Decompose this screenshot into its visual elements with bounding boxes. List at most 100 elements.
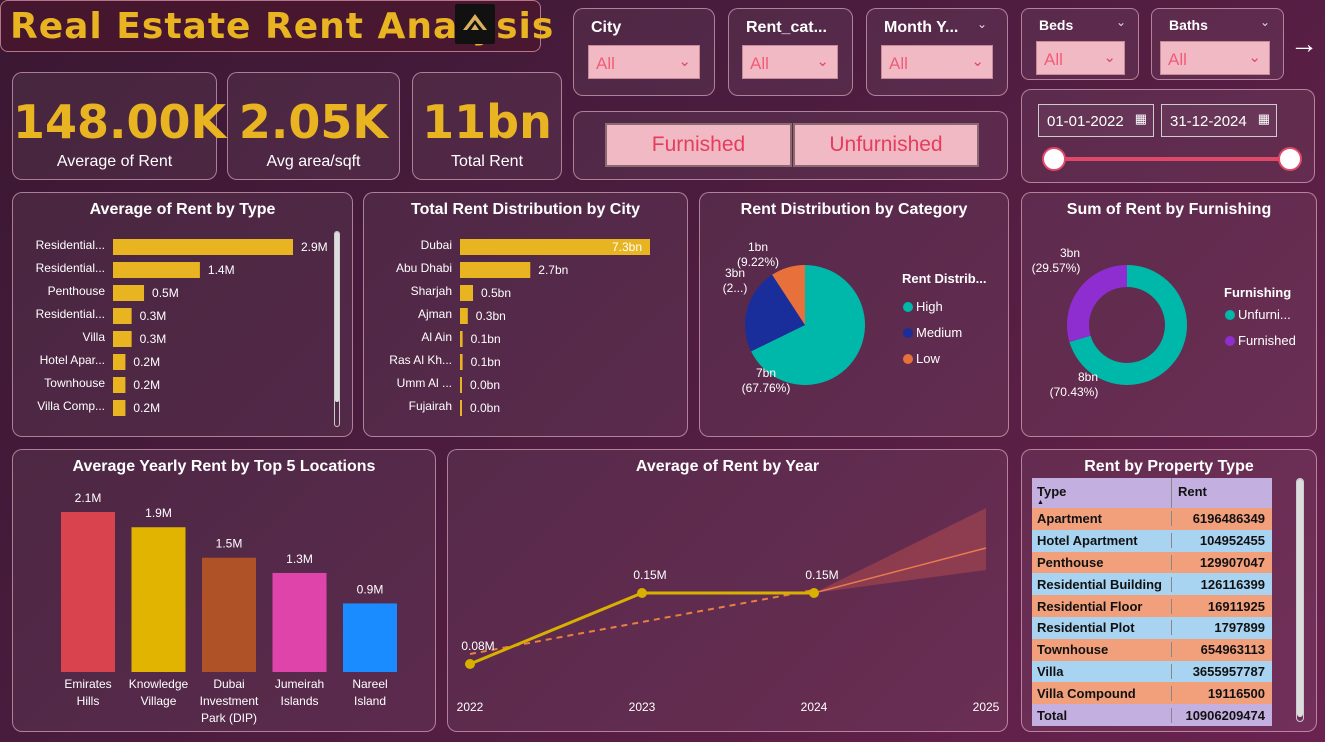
- bar: [460, 377, 462, 393]
- rent-cell: 1797899: [1214, 620, 1265, 636]
- type-cell: Hotel Apartment: [1032, 533, 1172, 549]
- kpi-value: 11bn: [422, 95, 552, 149]
- table-row[interactable]: Residential Plot 1797899: [1032, 616, 1272, 639]
- category-label: Knowledge: [129, 677, 189, 691]
- data-label: 0.1bn: [471, 355, 501, 369]
- end-date-field[interactable]: 31-12-2024 ▦: [1161, 104, 1277, 137]
- scrollbar[interactable]: [1296, 478, 1304, 722]
- bar: [113, 354, 126, 370]
- table-row[interactable]: Villa Compound 19116500: [1032, 682, 1272, 705]
- house-logo-icon: [463, 14, 487, 30]
- table-header: Type ▲ Rent: [1032, 478, 1272, 508]
- bar: [113, 400, 126, 416]
- category-label: Abu Dhabi: [396, 261, 452, 275]
- rent-category-dropdown[interactable]: All ⌄: [742, 45, 838, 79]
- type-cell: Villa: [1032, 663, 1172, 679]
- rent-by-city-svg: Dubai 7.3bn Abu Dhabi 2.7bn Sharjah 0.5bn Ajma…: [389, 238, 650, 416]
- dropdown-value: All: [1168, 50, 1187, 69]
- category-label: Villa Comp...: [37, 399, 105, 413]
- legend-label: Furnished: [1238, 333, 1296, 348]
- bar: [343, 603, 397, 672]
- legend-label: Low: [916, 351, 940, 366]
- legend-marker: [903, 328, 913, 338]
- chevron-down-icon: ⌄: [1103, 49, 1116, 66]
- property-table: Type ▲ Rent Apartment 6196486349 Hotel Apar…: [1032, 478, 1272, 727]
- data-label: 7bn: [756, 366, 776, 380]
- slicer-label: Beds: [1039, 17, 1074, 33]
- chevron-down-icon[interactable]: ⌄: [977, 17, 987, 31]
- city-dropdown[interactable]: All ⌄: [588, 45, 700, 79]
- legend-label: Unfurni...: [1238, 307, 1291, 322]
- type-cell: Apartment: [1032, 511, 1172, 527]
- chevron-down-icon: ⌄: [816, 53, 829, 70]
- table-row[interactable]: Residential Floor 16911925: [1032, 595, 1272, 617]
- table-row[interactable]: Townhouse 654963113: [1032, 638, 1272, 661]
- data-label: 0.2M: [133, 401, 160, 415]
- legend-title: Rent Distrib...: [902, 271, 987, 286]
- bar: [113, 331, 132, 347]
- rent-cell: 126116399: [1200, 576, 1265, 592]
- data-label: 2.1M: [75, 491, 102, 505]
- chevron-down-icon[interactable]: ⌄: [1116, 15, 1126, 29]
- column-header-type[interactable]: Type ▲: [1032, 478, 1172, 508]
- data-label: (2...): [723, 281, 748, 295]
- data-label: 2.9M: [301, 240, 328, 254]
- rent-by-year-svg: 0.08M 0.15M 0.15M 2022 2023 2024 2025: [457, 508, 1000, 714]
- legend-marker: [903, 302, 913, 312]
- data-label: 7.3bn: [612, 240, 642, 254]
- chart-rent-by-category: Rent Distribution by Category 7bn (67.76%…: [699, 192, 1009, 437]
- category-label: Investment: [200, 694, 259, 708]
- beds-slicer: Beds ⌄ All ⌄: [1021, 8, 1139, 80]
- table-row[interactable]: Hotel Apartment 104952455: [1032, 529, 1272, 552]
- scrollbar[interactable]: [334, 231, 340, 427]
- kpi-label: Total Rent: [450, 153, 524, 170]
- slider-start-handle[interactable]: [1042, 147, 1066, 171]
- chevron-down-icon[interactable]: ⌄: [1260, 15, 1270, 29]
- furnished-button[interactable]: Furnished: [605, 123, 792, 167]
- data-label: 0.0bn: [470, 378, 500, 392]
- arrow-right-icon[interactable]: →: [1290, 28, 1318, 60]
- category-label: Townhouse: [44, 376, 105, 390]
- bar: [460, 262, 531, 278]
- data-label: 1.3M: [286, 552, 313, 566]
- bar: [202, 557, 256, 672]
- data-label: 3bn: [1060, 246, 1080, 260]
- table-row[interactable]: Villa 3655957787: [1032, 660, 1272, 683]
- slicer-label: Month Y...: [884, 19, 959, 36]
- data-label: 1.4M: [208, 263, 235, 277]
- slider-end-handle[interactable]: [1278, 147, 1302, 171]
- baths-dropdown[interactable]: All ⌄: [1160, 41, 1270, 75]
- calendar-icon[interactable]: ▦: [1135, 111, 1147, 127]
- column-header-rent[interactable]: Rent: [1172, 478, 1271, 508]
- bar: [113, 377, 126, 393]
- beds-dropdown[interactable]: All ⌄: [1036, 41, 1125, 75]
- chart-top-locations: Average Yearly Rent by Top 5 Locations 2…: [12, 449, 436, 732]
- chart-title: Rent Distribution by Category: [740, 201, 968, 218]
- kpi-total-rent: 11bn Total Rent: [412, 72, 562, 180]
- unfurnished-button[interactable]: Unfurnished: [793, 123, 979, 167]
- table-row[interactable]: Residential Building 126116399: [1032, 573, 1272, 596]
- data-label: 1bn: [748, 240, 768, 254]
- bar: [460, 354, 463, 370]
- data-label: 0.1bn: [471, 332, 501, 346]
- table-row[interactable]: Penthouse 129907047: [1032, 551, 1272, 574]
- city-slicer: City All ⌄: [573, 8, 715, 96]
- category-label: Residential...: [36, 238, 105, 252]
- rent-by-furnishing-svg: 8bn(70.43%) 3bn(29.57%) Furnishing Unfurni.…: [1032, 246, 1296, 399]
- month-year-dropdown[interactable]: All ⌄: [881, 45, 993, 79]
- data-point: [809, 588, 819, 598]
- data-label: (70.43%): [1050, 385, 1099, 399]
- bar: [113, 262, 200, 278]
- slicer-label: Baths: [1169, 17, 1208, 33]
- chart-title: Average Yearly Rent by Top 5 Locations: [72, 458, 376, 475]
- table-row[interactable]: Apartment 6196486349: [1032, 508, 1272, 530]
- bar: [113, 308, 132, 324]
- rent-cell: 654963113: [1200, 642, 1265, 658]
- dropdown-value: All: [889, 54, 908, 73]
- start-date-field[interactable]: 01-01-2022 ▦: [1038, 104, 1154, 137]
- data-label: 0.3bn: [476, 309, 506, 323]
- calendar-icon[interactable]: ▦: [1258, 111, 1270, 127]
- category-label: Emirates: [64, 677, 111, 691]
- dropdown-value: All: [596, 54, 615, 73]
- type-cell: Townhouse: [1032, 642, 1172, 658]
